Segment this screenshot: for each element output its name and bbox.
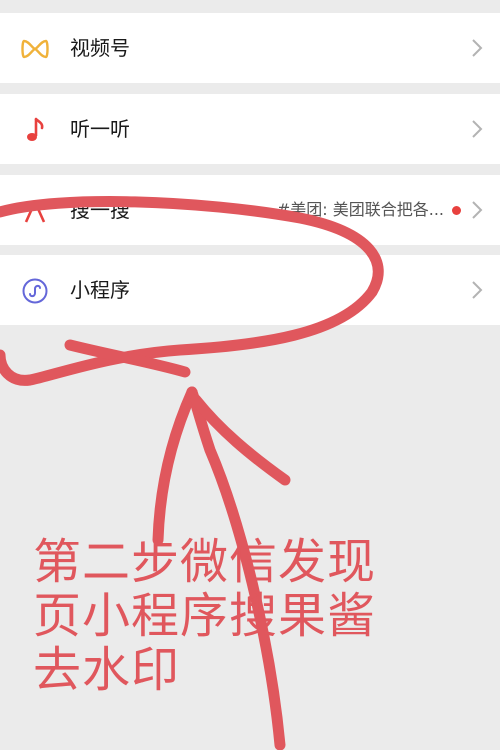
- music-note-icon: [20, 115, 50, 145]
- channels-icon: [20, 34, 50, 64]
- mini-program-icon: [20, 276, 50, 306]
- menu-item-label: 小程序: [70, 278, 130, 302]
- trending-search-text: #美团: 美团联合把各...: [276, 200, 444, 219]
- chevron-right-icon: [472, 120, 483, 138]
- chevron-right-icon: [472, 281, 483, 299]
- menu-item-label: 听一听: [70, 117, 130, 141]
- chevron-right-icon: [472, 39, 483, 57]
- search-star-icon: [20, 196, 50, 226]
- annotation-instruction-text: 第二步微信发现页小程序搜果酱去水印: [33, 534, 377, 698]
- chevron-right-icon: [472, 201, 483, 219]
- menu-item-search[interactable]: 搜一搜 #美团: 美团联合把各...: [0, 175, 500, 245]
- menu-item-label: 视频号: [70, 36, 130, 60]
- menu-item-listen[interactable]: 听一听: [0, 94, 500, 164]
- menu-item-label: 搜一搜: [70, 198, 130, 222]
- menu-item-channels[interactable]: 视频号: [0, 13, 500, 83]
- notification-dot: [452, 206, 461, 215]
- menu-item-mini-programs[interactable]: 小程序: [0, 255, 500, 325]
